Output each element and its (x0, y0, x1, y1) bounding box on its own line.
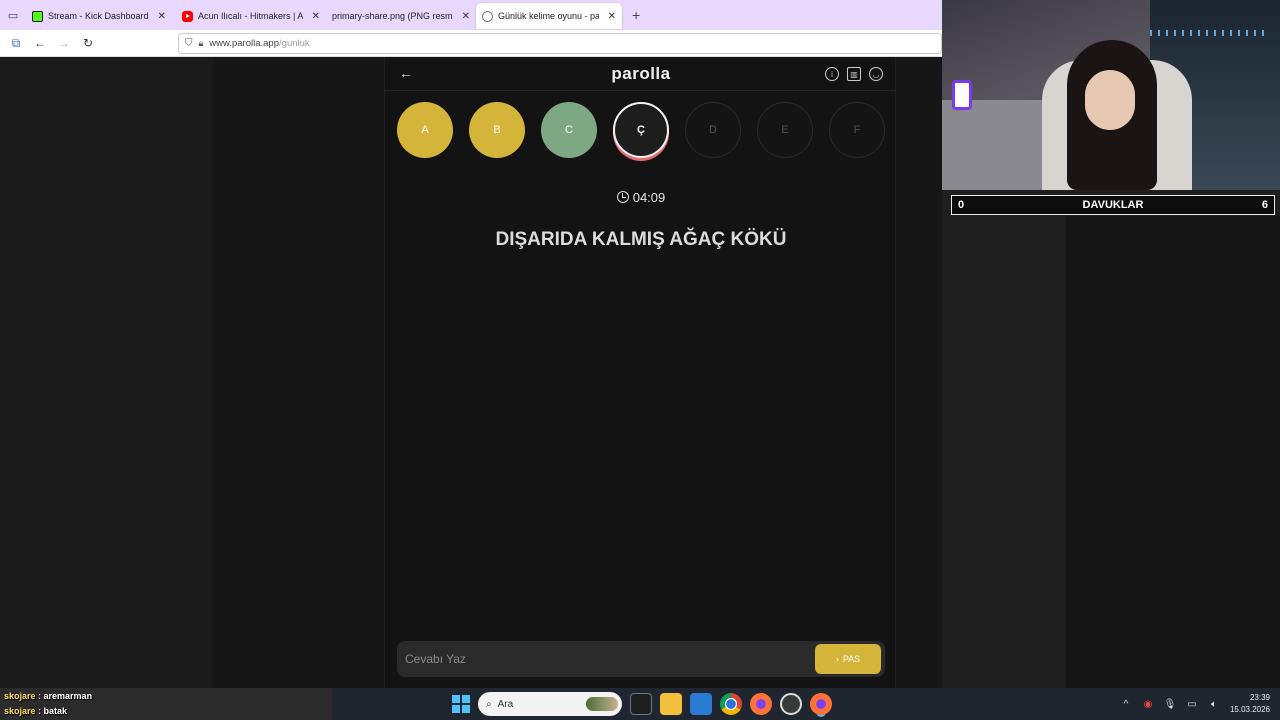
obs-icon[interactable] (780, 693, 802, 715)
chat-user: skojare (4, 691, 36, 701)
app-logo: parolla (611, 64, 671, 83)
letter-wheel: A B C Ç D E F (397, 102, 885, 158)
tab-title: Günlük kelime oyunu - parolla ... (498, 11, 599, 21)
clock-time: 23:39 (1249, 693, 1270, 702)
url-bar[interactable]: ⛉ 🔒︎ www.parolla.app/gunluk (178, 33, 942, 54)
new-tab-icon[interactable]: + (632, 7, 640, 23)
overlay-background (1066, 216, 1280, 688)
search-icon: ⌕ (486, 698, 492, 710)
kick-icon (32, 10, 43, 22)
chat-overlay: skojare : aremarman skojare : batak (4, 689, 92, 719)
tab-kick[interactable]: Stream - Kick Dashboard ✕ (26, 3, 176, 29)
webcam-mic (952, 80, 972, 110)
chat-text: batak (43, 706, 68, 716)
clock-date: 15.03.2026 (1229, 705, 1270, 714)
close-icon[interactable]: ✕ (158, 11, 166, 22)
chrome-icon[interactable] (720, 693, 742, 715)
chat-message: skojare : batak (4, 706, 68, 716)
chevron-up-icon[interactable]: ^ (1120, 698, 1132, 710)
clock-icon (616, 191, 629, 203)
tab-title: primary-share.png (PNG resmi, 120... (332, 11, 453, 21)
search-highlight-image (586, 697, 618, 711)
file-explorer-icon[interactable] (660, 693, 682, 715)
reload-icon[interactable]: ↻ (76, 31, 100, 55)
sidebar-toggle-icon[interactable]: ⧉ (4, 31, 28, 55)
taskbar: ⌕ Ara ^ ◉ 🎙︎ ▭ 🔈︎ 23:39 15.03.2026 (0, 688, 1280, 720)
close-icon[interactable]: ✕ (462, 11, 470, 22)
tab-title: Stream - Kick Dashboard (48, 11, 149, 21)
tab-title: Acun Ilıcalı - Hitmakers | Arem ... (198, 11, 303, 21)
letter-circle-b: B (469, 102, 525, 158)
answer-input[interactable] (405, 649, 805, 669)
letter-circle-a: A (397, 102, 453, 158)
chevron-right-icon: › (835, 654, 839, 664)
webcam-lights (1150, 30, 1270, 36)
network-icon[interactable]: ▭ (1186, 698, 1198, 710)
youtube-icon (182, 10, 193, 22)
timer-value: 04:09 (632, 190, 666, 205)
firefox-active-icon[interactable] (810, 693, 832, 715)
info-icon[interactable]: i (825, 67, 839, 81)
tray-app-icon[interactable]: ◉ (1142, 698, 1154, 710)
search-label: Ara (497, 698, 514, 710)
header-icons: i ▥ ◡ (825, 67, 883, 81)
pass-label: PAS (842, 654, 861, 664)
timer: 04:09 (385, 190, 897, 205)
question-text: DIŞARIDA KALMIŞ AĞAÇ KÖKÜ (495, 229, 787, 250)
webcam-face (1085, 70, 1135, 130)
close-icon[interactable]: ✕ (608, 11, 616, 22)
chat-message: skojare : aremarman (4, 691, 93, 701)
store-icon[interactable] (690, 693, 712, 715)
profile-icon[interactable]: ◡ (869, 67, 883, 81)
score-title: DAVUKLAR (1082, 199, 1144, 211)
answer-box: › PAS (397, 641, 885, 677)
score-left: 0 (958, 199, 965, 211)
system-clock[interactable]: 23:39 15.03.2026 (1230, 692, 1270, 716)
browser-tab-bar: ▭ Stream - Kick Dashboard ✕ Acun Ilıcalı… (0, 0, 942, 30)
volume-icon[interactable]: 🔈︎ (1208, 698, 1220, 710)
globe-icon (482, 10, 493, 22)
chat-user: skojare (4, 706, 36, 716)
letter-circle-c: C (541, 102, 597, 158)
taskbar-search[interactable]: ⌕ Ara (478, 692, 622, 716)
letter-circle-d: D (685, 102, 741, 158)
score-right: 6 (1261, 199, 1268, 211)
pass-button[interactable]: › PAS (815, 644, 881, 674)
forward-icon[interactable]: → (52, 31, 76, 55)
tab-png[interactable]: primary-share.png (PNG resmi, 120... ✕ (326, 3, 476, 29)
firefox-icon[interactable] (750, 693, 772, 715)
browser-nav-bar: ⧉ ← → ↻ ⛉ 🔒︎ www.parolla.app/gunluk (0, 30, 942, 57)
tab-list-icon[interactable]: ▭ (0, 0, 26, 30)
webcam-feed (942, 0, 1280, 190)
url-host: www.parolla.app (209, 38, 280, 49)
system-tray: ^ ◉ 🎙︎ ▭ 🔈︎ 23:39 15.03.2026 (1120, 692, 1270, 716)
letter-circle-e: E (757, 102, 813, 158)
game-panel: ← parolla i ▥ ◡ A B C Ç D E F 04:09 DIŞA… (384, 57, 897, 688)
stats-icon[interactable]: ▥ (847, 67, 861, 81)
taskbar-apps: ⌕ Ara (452, 692, 832, 716)
microphone-icon[interactable]: 🎙︎ (1164, 698, 1177, 710)
lock-icon: 🔒︎ (198, 38, 204, 48)
back-icon[interactable]: ← (28, 31, 52, 55)
letter-circle-f: F (829, 102, 885, 158)
tab-parolla[interactable]: Günlük kelime oyunu - parolla ... ✕ (476, 3, 622, 29)
scoreboard: 0 DAVUKLAR 6 (951, 195, 1275, 215)
task-view-icon[interactable] (630, 693, 652, 715)
screen: ▭ Stream - Kick Dashboard ✕ Acun Ilıcalı… (0, 0, 1280, 720)
url-path: /gunluk (279, 38, 310, 49)
windows-start-icon[interactable] (452, 695, 470, 713)
page-background (0, 57, 213, 688)
letter-circle-current: Ç (613, 102, 669, 158)
close-icon[interactable]: ✕ (312, 11, 320, 22)
chat-text: aremarman (43, 691, 93, 701)
shield-icon: ⛉ (185, 38, 193, 49)
game-header: ← parolla i ▥ ◡ (385, 57, 897, 91)
tab-youtube[interactable]: Acun Ilıcalı - Hitmakers | Arem ... ✕ (176, 3, 326, 29)
